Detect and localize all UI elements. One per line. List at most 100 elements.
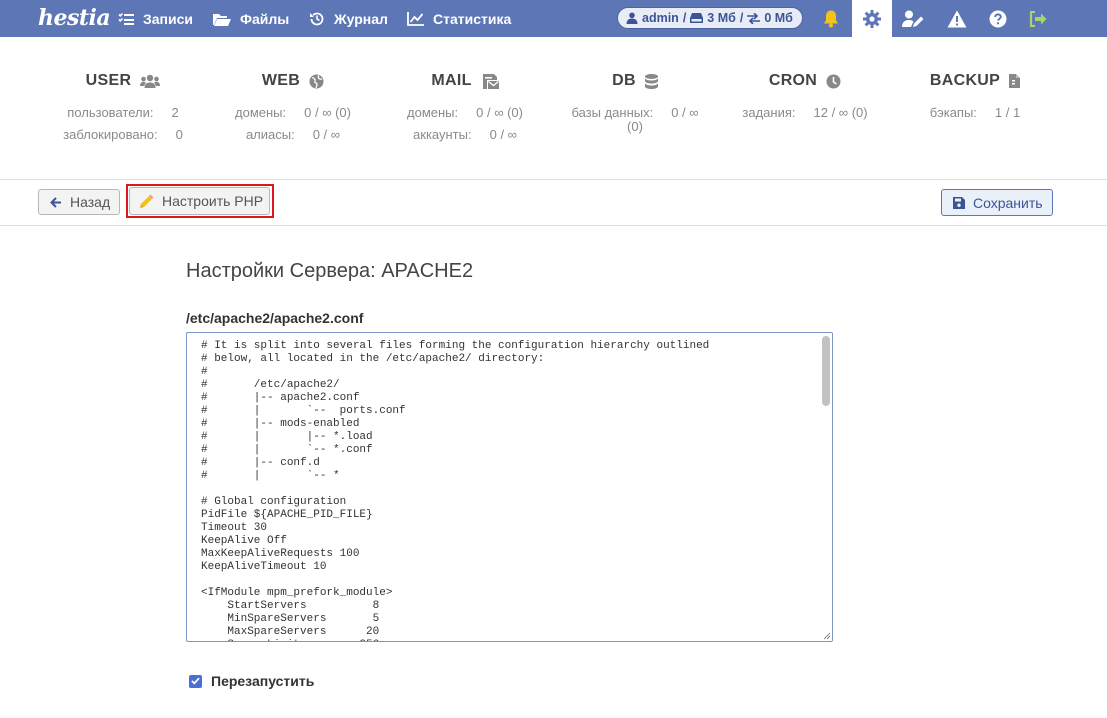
hard-drive-icon: [690, 13, 704, 23]
stat-backup-title: BACKUP: [929, 72, 1001, 89]
server-settings-button[interactable]: [852, 0, 892, 37]
highlight-box: [126, 184, 274, 218]
stat-value: 12 / ∞ (0): [813, 105, 868, 120]
stat-row: аккаунты: 0 / ∞: [375, 127, 555, 142]
question-circle-icon: [989, 10, 1007, 27]
nav-files-label: Файлы: [240, 10, 290, 27]
nav-log[interactable]: Журнал: [309, 0, 388, 37]
stat-cron-title: CRON: [768, 72, 818, 89]
stat-row: заблокировано: 0: [33, 127, 213, 142]
logout-button[interactable]: [1020, 0, 1056, 37]
stat-user-title: USER: [85, 72, 132, 89]
stat-value: 1 / 1: [994, 105, 1021, 120]
save-button[interactable]: Сохранить: [941, 189, 1053, 216]
stat-row: алиасы: 0 / ∞: [203, 127, 383, 142]
restart-checkbox[interactable]: [189, 674, 202, 688]
stat-db-title-row: DB: [545, 72, 725, 90]
stat-backup-title-row: BACKUP: [885, 72, 1065, 90]
notifications-button[interactable]: [813, 0, 849, 37]
nav-statistics[interactable]: Статистика: [407, 0, 511, 37]
nav-records-label: Записи: [143, 10, 194, 27]
separator: /: [739, 11, 744, 25]
stat-label: домены:: [235, 105, 287, 120]
stat-label: бэкапы:: [929, 105, 977, 120]
resize-handle-icon[interactable]: [822, 631, 831, 640]
stat-mail-title: MAIL: [431, 72, 472, 89]
stat-label: заблокировано:: [63, 127, 158, 142]
folder-open-icon: [213, 13, 231, 26]
database-icon: [644, 73, 658, 89]
nav-log-label: Журнал: [334, 10, 388, 27]
exchange-icon: [747, 12, 761, 24]
stat-mail-title-row: MAIL: [375, 72, 555, 90]
globe-icon: [309, 74, 324, 88]
username: admin: [642, 11, 679, 25]
stat-label: пользователи:: [67, 105, 154, 120]
stat-row: базы данных: 0 / ∞: [545, 105, 725, 120]
stat-value: 2: [171, 105, 179, 120]
stat-web-title: WEB: [261, 72, 301, 89]
editor-scrollbar[interactable]: [822, 336, 830, 406]
user-icon: [626, 12, 638, 24]
stat-label: домены:: [407, 105, 459, 120]
file-icon: [1009, 74, 1021, 88]
bell-icon: [824, 10, 838, 27]
checkmark-icon: [191, 677, 200, 685]
chart-line-icon: [407, 11, 424, 26]
stat-row: задания: 12 / ∞ (0): [715, 105, 895, 120]
nav-statistics-label: Статистика: [433, 10, 512, 27]
bandwidth-usage: 0 Мб: [764, 11, 793, 25]
stat-value: 0: [175, 127, 183, 142]
stat-value: 0 / ∞: [671, 105, 699, 120]
stat-row: бэкапы: 1 / 1: [885, 105, 1065, 120]
page-title: Настройки Сервера: APACHE2: [186, 260, 474, 282]
nav-records[interactable]: Записи: [118, 0, 193, 37]
warning-icon: [947, 10, 967, 27]
config-editor-text[interactable]: # It is split into several files forming…: [201, 340, 709, 641]
stat-value: 0 / ∞: [312, 127, 341, 142]
stat-value: (0): [627, 119, 643, 134]
user-edit-button[interactable]: [895, 0, 931, 37]
disk-usage: 3 Мб: [707, 11, 736, 25]
nav-files[interactable]: Файлы: [213, 0, 289, 37]
stat-label: задания:: [742, 105, 796, 120]
stat-label: алиасы:: [245, 127, 295, 142]
history-icon: [310, 12, 324, 25]
stat-user-title-row: USER: [33, 72, 213, 90]
stat-db-title: DB: [612, 72, 636, 89]
stat-cron-title-row: CRON: [715, 72, 895, 90]
restart-label[interactable]: Перезапустить: [211, 673, 314, 689]
list-check-icon: [118, 12, 134, 25]
stat-label: базы данных:: [571, 105, 654, 120]
sign-out-icon: [1029, 10, 1047, 27]
stat-value: 0 / ∞ (0): [476, 105, 523, 120]
config-file-path: /etc/apache2/apache2.conf: [186, 310, 364, 326]
user-edit-icon: [902, 10, 924, 27]
config-editor[interactable]: # It is split into several files forming…: [186, 332, 833, 642]
stats-panel: USER пользователи: 2 заблокировано: 0 WE…: [0, 37, 1107, 180]
stat-label: аккаунты:: [413, 127, 472, 142]
separator: /: [682, 11, 687, 25]
stat-row: пользователи: 2: [33, 105, 213, 120]
top-navbar: hestia Записи Файлы Журнал Статистика ad…: [0, 0, 1107, 37]
gear-icon: [863, 9, 881, 28]
hestia-logo[interactable]: hestia: [38, 3, 111, 33]
user-usage-pill[interactable]: admin / 3 Мб / 0 Мб: [617, 7, 803, 29]
save-button-label: Сохранить: [973, 194, 1043, 211]
clock-icon: [826, 74, 841, 88]
stat-row: домены: 0 / ∞ (0): [375, 105, 555, 120]
help-button[interactable]: [980, 0, 1016, 37]
floppy-disk-icon: [953, 196, 965, 209]
stat-value: 0 / ∞: [489, 127, 517, 142]
stat-value: 0 / ∞ (0): [304, 105, 351, 120]
mail-box-icon: [482, 73, 499, 89]
stat-row: (0): [545, 119, 725, 134]
arrow-left-icon: [50, 196, 61, 208]
back-button[interactable]: Назад: [38, 189, 120, 215]
restart-option: Перезапустить: [189, 673, 314, 689]
alerts-button[interactable]: [939, 0, 975, 37]
stat-web-title-row: WEB: [203, 72, 383, 90]
back-button-label: Назад: [70, 194, 111, 210]
users-icon: [140, 74, 161, 88]
stat-row: домены: 0 / ∞ (0): [203, 105, 383, 120]
